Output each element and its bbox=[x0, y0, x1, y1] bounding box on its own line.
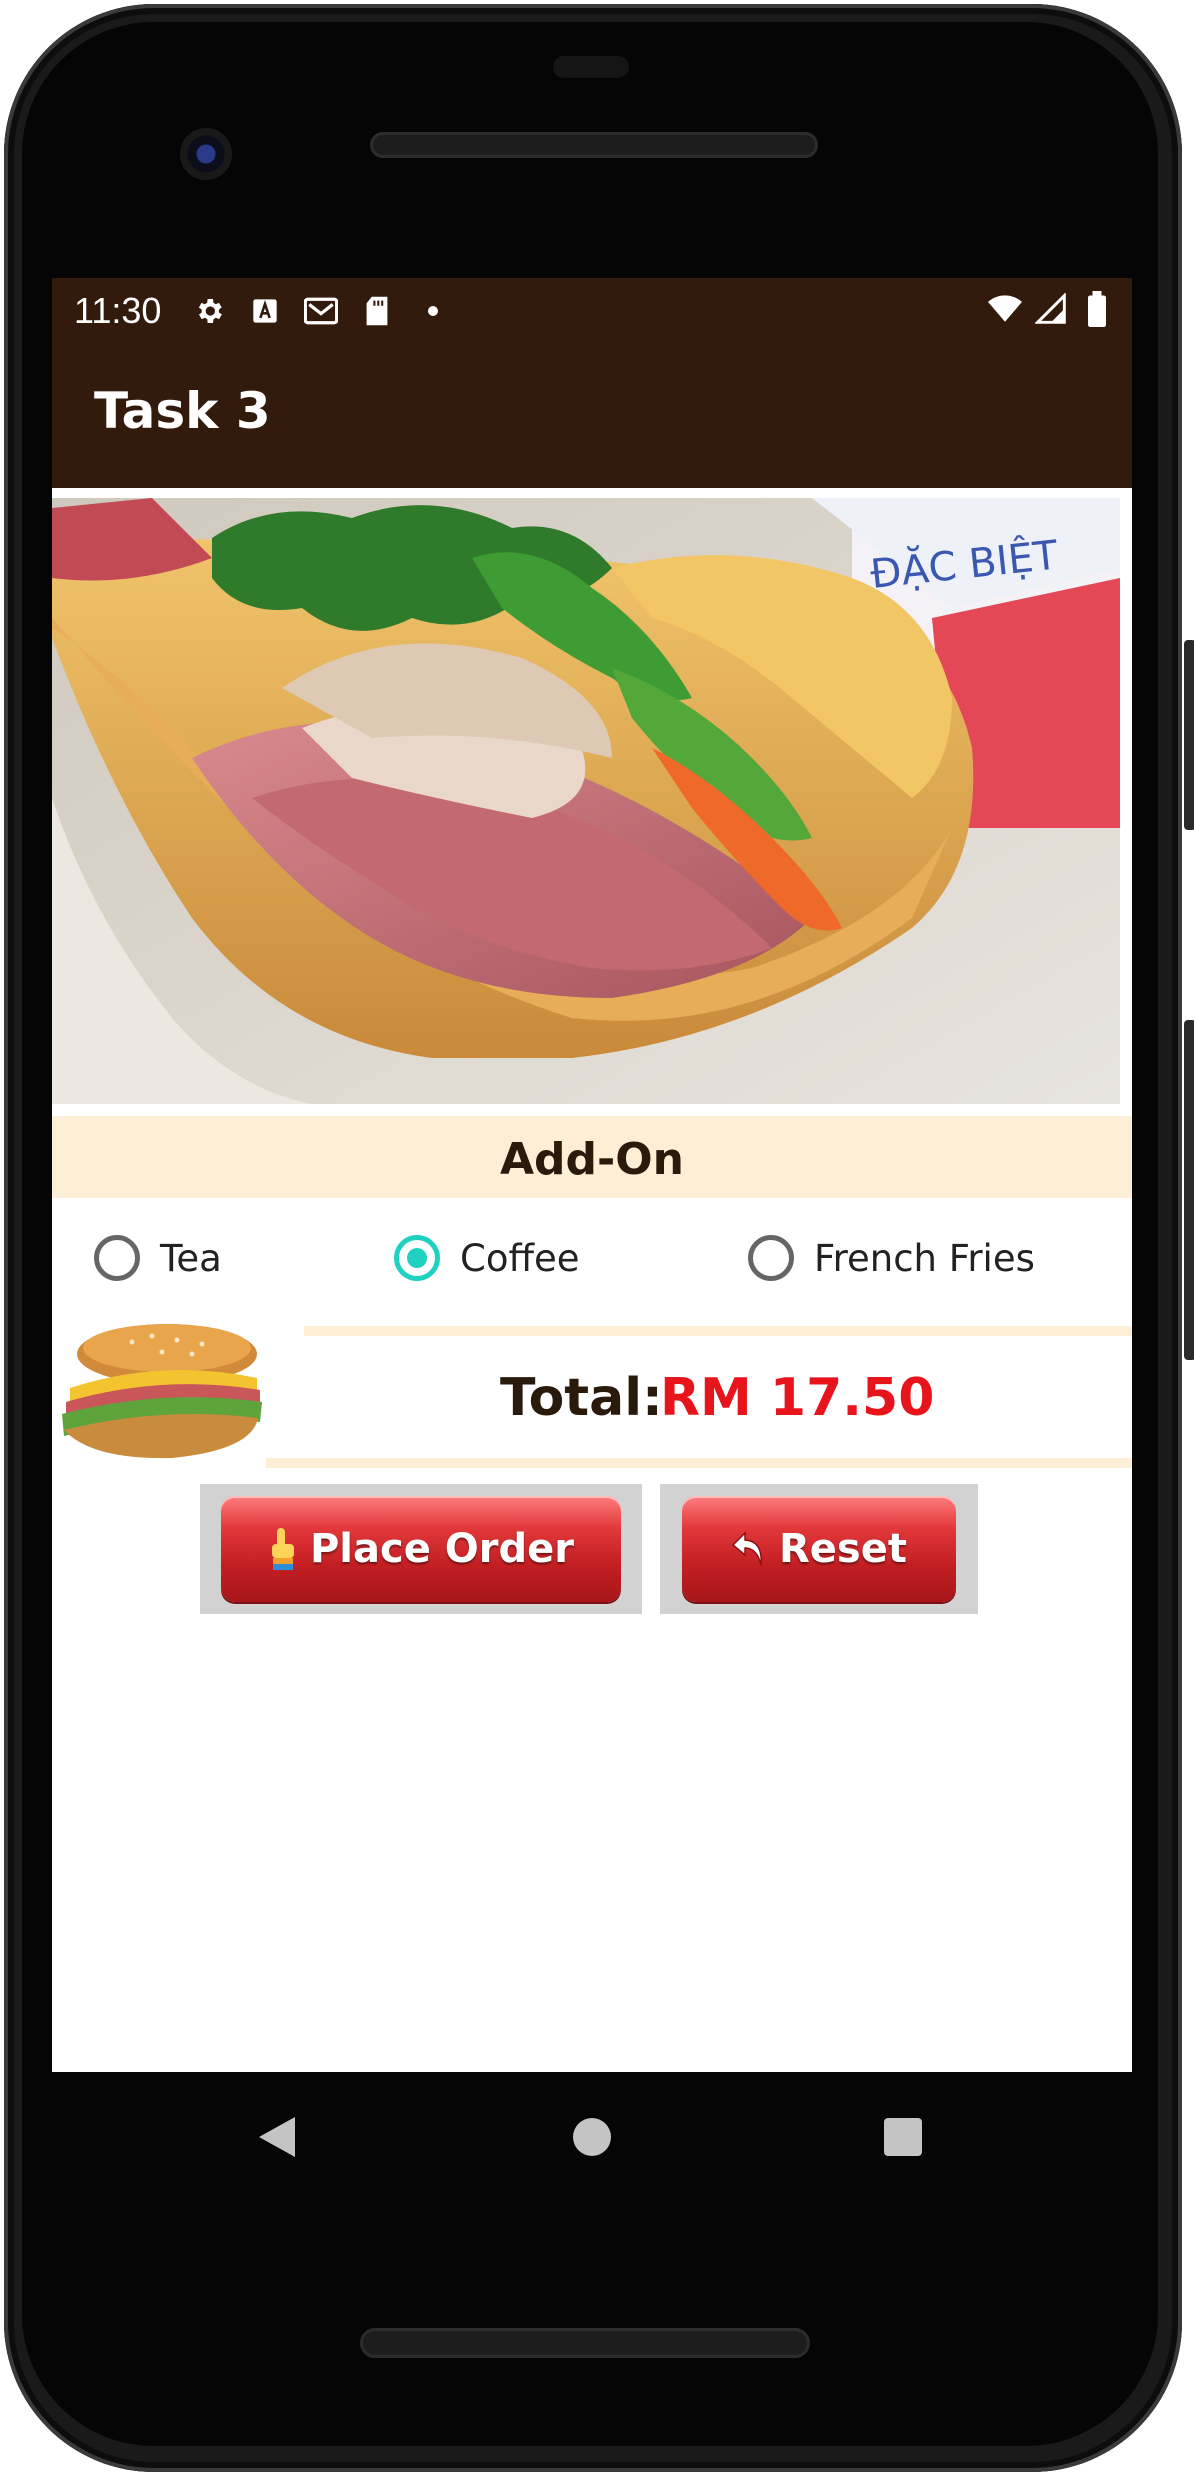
sensor-slot bbox=[553, 56, 629, 78]
back-icon[interactable] bbox=[242, 2102, 312, 2172]
status-system-icons bbox=[988, 291, 1114, 327]
reset-button[interactable]: Reset bbox=[660, 1484, 978, 1614]
earpiece-speaker bbox=[370, 132, 818, 158]
bottom-speaker bbox=[360, 2328, 810, 2358]
reset-button-face[interactable]: Reset bbox=[682, 1496, 956, 1602]
total-label: Total: bbox=[500, 1368, 663, 1428]
signal-icon bbox=[1034, 292, 1068, 326]
recents-icon[interactable] bbox=[868, 2102, 938, 2172]
wifi-icon bbox=[988, 292, 1022, 326]
app-title: Task 3 bbox=[94, 382, 271, 440]
place-order-button[interactable]: Place Order bbox=[200, 1484, 642, 1614]
status-time: 11:30 bbox=[74, 290, 162, 331]
radio-coffee[interactable]: Coffee bbox=[394, 1208, 580, 1308]
app-bar: Task 3 bbox=[52, 342, 1132, 488]
addon-banner: Add-On bbox=[52, 1116, 1132, 1198]
total-divider-top bbox=[304, 1326, 1132, 1336]
total-divider-bottom bbox=[266, 1458, 1132, 1468]
place-order-button-face[interactable]: Place Order bbox=[221, 1496, 621, 1602]
pointing-hand-icon bbox=[268, 1526, 298, 1572]
total-value: RM 17.50 bbox=[660, 1368, 935, 1428]
navigation-bar bbox=[52, 2072, 1132, 2202]
sandwich-thumbnail-icon bbox=[52, 1318, 267, 1466]
hero-sandwich-image: ĐẶC BIỆT bbox=[52, 498, 1120, 1104]
gmail-icon bbox=[304, 294, 338, 328]
font-a-icon bbox=[248, 294, 282, 328]
battery-icon bbox=[1080, 291, 1114, 327]
volume-button bbox=[1184, 1020, 1194, 1360]
addon-heading: Add-On bbox=[499, 1134, 685, 1185]
radio-circle-french-fries[interactable] bbox=[748, 1235, 794, 1281]
undo-arrow-icon bbox=[731, 1529, 767, 1569]
screen: 11:30 Task 3 ĐẶC BIỆT Add-On Tea Coffee … bbox=[52, 278, 1132, 2072]
settings-icon bbox=[192, 294, 226, 328]
radio-french-fries[interactable]: French Fries bbox=[748, 1208, 1035, 1308]
front-camera-icon bbox=[180, 128, 232, 180]
status-bar: 11:30 bbox=[52, 278, 1132, 342]
radio-circle-coffee[interactable] bbox=[394, 1235, 440, 1281]
status-notification-icons bbox=[192, 294, 450, 328]
home-icon[interactable] bbox=[557, 2102, 627, 2172]
addon-radio-group: Tea Coffee French Fries bbox=[52, 1208, 1132, 1308]
radio-label-tea[interactable]: Tea bbox=[160, 1237, 222, 1280]
radio-tea[interactable]: Tea bbox=[94, 1208, 222, 1308]
radio-circle-tea[interactable] bbox=[94, 1235, 140, 1281]
place-order-label[interactable]: Place Order bbox=[310, 1526, 574, 1572]
radio-label-french-fries[interactable]: French Fries bbox=[814, 1237, 1035, 1280]
dot-icon bbox=[416, 294, 450, 328]
sd-card-icon bbox=[360, 294, 394, 328]
reset-label[interactable]: Reset bbox=[779, 1526, 907, 1572]
power-button bbox=[1184, 640, 1194, 830]
radio-label-coffee[interactable]: Coffee bbox=[460, 1237, 580, 1280]
